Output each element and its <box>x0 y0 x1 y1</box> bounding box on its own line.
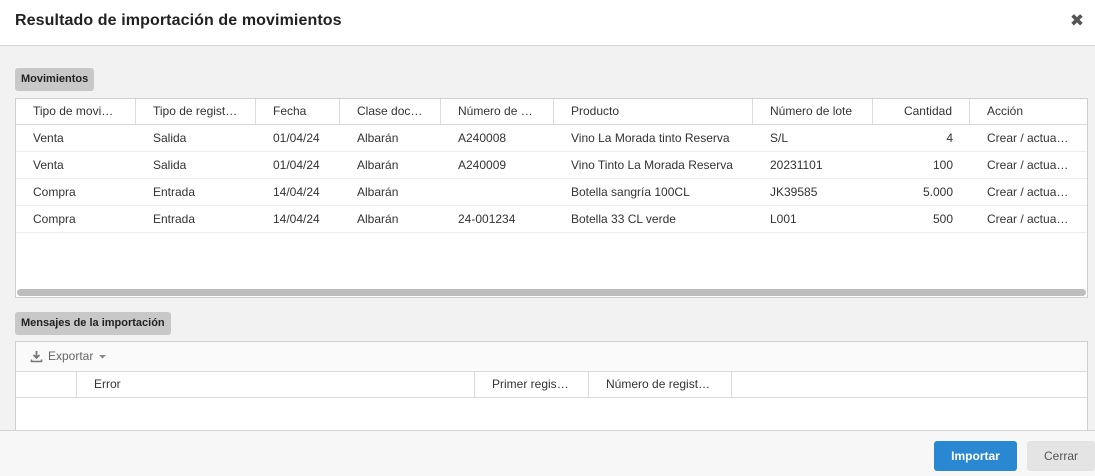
cell-cantidad: 4 <box>946 131 953 145</box>
column-header-numero-registros[interactable]: Número de registr… <box>589 372 732 397</box>
cell-tipo-movimiento: Compra <box>33 185 76 199</box>
cell-numero-documento: A240008 <box>458 131 507 145</box>
export-button[interactable]: Exportar <box>30 349 107 363</box>
column-header-empty <box>732 372 1087 397</box>
messages-toolbar: Exportar <box>16 342 1087 372</box>
table-row[interactable]: Venta Salida 01/04/24 Albarán A240009 Vi… <box>16 152 1087 179</box>
cell-tipo-movimiento: Venta <box>33 158 64 172</box>
table-row[interactable]: Venta Salida 01/04/24 Albarán A240008 Vi… <box>16 125 1087 152</box>
column-header-tipo-registro[interactable]: Tipo de regist… <box>136 99 256 124</box>
messages-grid-header: Error Primer regist… Número de registr… <box>16 372 1087 398</box>
messages-section-label: Mensajes de la importación <box>15 312 171 335</box>
import-button[interactable]: Importar <box>934 441 1017 471</box>
table-row[interactable]: Compra Entrada 14/04/24 Albarán 24-00123… <box>16 206 1087 233</box>
dialog-body: Movimientos Tipo de movi… Tipo de regist… <box>0 46 1095 430</box>
cell-tipo-registro: Salida <box>153 158 187 172</box>
cell-tipo-registro: Entrada <box>153 185 196 199</box>
cell-accion: Crear / actuali… <box>987 158 1074 172</box>
cell-numero-documento: 24-001234 <box>458 212 516 226</box>
cell-numero-lote: S/L <box>770 131 789 145</box>
cell-cantidad: 500 <box>932 212 953 226</box>
close-button[interactable]: Cerrar <box>1027 441 1095 471</box>
column-header-cantidad[interactable]: Cantidad <box>873 99 970 124</box>
column-header-clase-documento[interactable]: Clase docu… <box>340 99 441 124</box>
cell-producto: Botella 33 CL verde <box>571 212 676 226</box>
column-header-error[interactable]: Error <box>77 372 475 397</box>
download-icon <box>30 350 43 362</box>
cell-producto: Vino La Morada tinto Reserva <box>571 131 730 145</box>
column-header-accion[interactable]: Acción <box>970 99 1087 124</box>
cell-fecha: 14/04/24 <box>273 212 320 226</box>
cell-clase-documento: Albarán <box>357 212 399 226</box>
dialog-footer: Importar Cerrar <box>0 430 1095 476</box>
cell-tipo-registro: Salida <box>153 131 187 145</box>
column-header-numero-documento[interactable]: Número de d… <box>441 99 554 124</box>
movements-section-label: Movimientos <box>15 68 95 91</box>
close-icon[interactable]: ✖ <box>1069 12 1085 30</box>
cell-clase-documento: Albarán <box>357 185 399 199</box>
cell-fecha: 01/04/24 <box>273 158 320 172</box>
cell-tipo-movimiento: Venta <box>33 131 64 145</box>
cell-fecha: 01/04/24 <box>273 131 320 145</box>
column-header-numero-lote[interactable]: Número de lote <box>753 99 873 124</box>
cell-tipo-registro: Entrada <box>153 212 196 226</box>
cell-numero-lote: JK39585 <box>770 185 818 199</box>
messages-grid: Exportar Error Primer regist… Número de … <box>15 341 1088 430</box>
cell-clase-documento: Albarán <box>357 131 399 145</box>
cell-accion: Crear / actuali… <box>987 212 1074 226</box>
cell-numero-lote: L001 <box>770 212 797 226</box>
dialog-title: Resultado de importación de movimientos <box>15 12 342 29</box>
column-header-fecha[interactable]: Fecha <box>256 99 340 124</box>
cell-accion: Crear / actuali… <box>987 185 1074 199</box>
cell-numero-lote: 20231101 <box>770 158 823 172</box>
horizontal-scrollbar[interactable] <box>17 289 1086 296</box>
column-header-producto[interactable]: Producto <box>554 99 753 124</box>
export-label: Exportar <box>48 349 94 363</box>
cell-tipo-movimiento: Compra <box>33 212 76 226</box>
cell-producto: Vino Tinto La Morada Reserva <box>571 158 733 172</box>
caret-down-icon <box>99 354 107 358</box>
cell-cantidad: 100 <box>932 158 953 172</box>
column-header-tipo-movimiento[interactable]: Tipo de movi… <box>16 99 136 124</box>
cell-cantidad: 5.000 <box>922 185 953 199</box>
cell-accion: Crear / actuali… <box>987 131 1074 145</box>
cell-numero-documento: A240009 <box>458 158 507 172</box>
table-row[interactable]: Compra Entrada 14/04/24 Albarán Botella … <box>16 179 1087 206</box>
movements-grid: Tipo de movi… Tipo de regist… Fecha Clas… <box>15 98 1088 298</box>
cell-numero-documento <box>441 179 554 205</box>
column-header-primer-registro[interactable]: Primer regist… <box>475 372 589 397</box>
cell-clase-documento: Albarán <box>357 158 399 172</box>
dialog-header: Resultado de importación de movimientos … <box>0 0 1095 46</box>
movements-grid-header: Tipo de movi… Tipo de regist… Fecha Clas… <box>16 99 1087 125</box>
column-header-blank <box>16 372 77 397</box>
cell-producto: Botella sangría 100CL <box>571 185 690 199</box>
cell-fecha: 14/04/24 <box>273 185 320 199</box>
